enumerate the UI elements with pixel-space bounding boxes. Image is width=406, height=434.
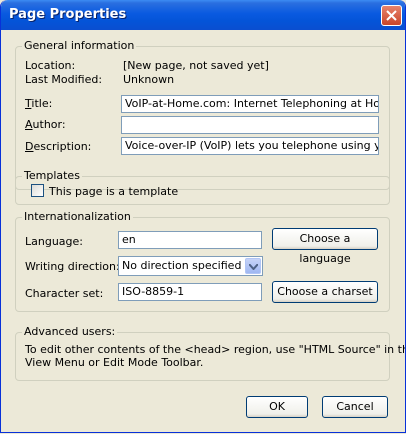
title-label: Title:	[25, 97, 53, 110]
general-information-legend: General information	[22, 39, 137, 52]
writing-direction-select[interactable]: No direction specified	[118, 256, 263, 276]
close-button[interactable]	[381, 5, 402, 26]
chevron-down-icon	[249, 264, 258, 270]
window-title: Page Properties	[9, 7, 127, 22]
location-label: Location:	[25, 59, 76, 72]
writing-direction-label: Writing direction:	[25, 260, 120, 273]
advanced-help-line2: View Menu or Edit Mode Toolbar.	[25, 356, 204, 369]
title-input[interactable]: VoIP-at-Home.com: Internet Telephoning a…	[121, 95, 379, 113]
location-value: [New page, not saved yet]	[123, 59, 269, 72]
dialog-body: General information Location: [New page,…	[5, 30, 406, 430]
templates-legend: Templates	[22, 169, 82, 182]
language-label: Language:	[25, 235, 83, 248]
page-properties-dialog: Page Properties General information Loca…	[0, 0, 406, 433]
last-modified-value: Unknown	[123, 73, 175, 86]
author-input[interactable]	[121, 116, 379, 134]
title-bar[interactable]: Page Properties	[1, 0, 405, 30]
advanced-users-legend: Advanced users:	[22, 325, 118, 338]
description-label: Description:	[25, 140, 92, 153]
last-modified-label: Last Modified:	[25, 73, 103, 86]
cancel-button[interactable]: Cancel	[322, 396, 388, 418]
advanced-help-line1: To edit other contents of the <head> reg…	[25, 343, 406, 356]
choose-language-button[interactable]: Choose a language	[272, 228, 378, 265]
description-input[interactable]: Voice-over-IP (VoIP) lets you telephone …	[121, 137, 379, 155]
choose-charset-button[interactable]: Choose a charset	[272, 281, 378, 303]
language-input[interactable]: en	[118, 231, 262, 249]
character-set-label: Character set:	[25, 287, 104, 300]
template-checkbox[interactable]	[31, 184, 44, 197]
template-checkbox-label: This page is a template	[49, 185, 179, 198]
internationalization-legend: Internationalization	[22, 210, 133, 223]
author-label: Author:	[25, 118, 66, 131]
writing-direction-value: No direction specified	[122, 259, 242, 272]
ok-button[interactable]: OK	[246, 396, 308, 418]
close-icon	[386, 10, 397, 21]
dropdown-arrow[interactable]	[245, 258, 261, 274]
character-set-input[interactable]: ISO-8859-1	[118, 283, 262, 301]
